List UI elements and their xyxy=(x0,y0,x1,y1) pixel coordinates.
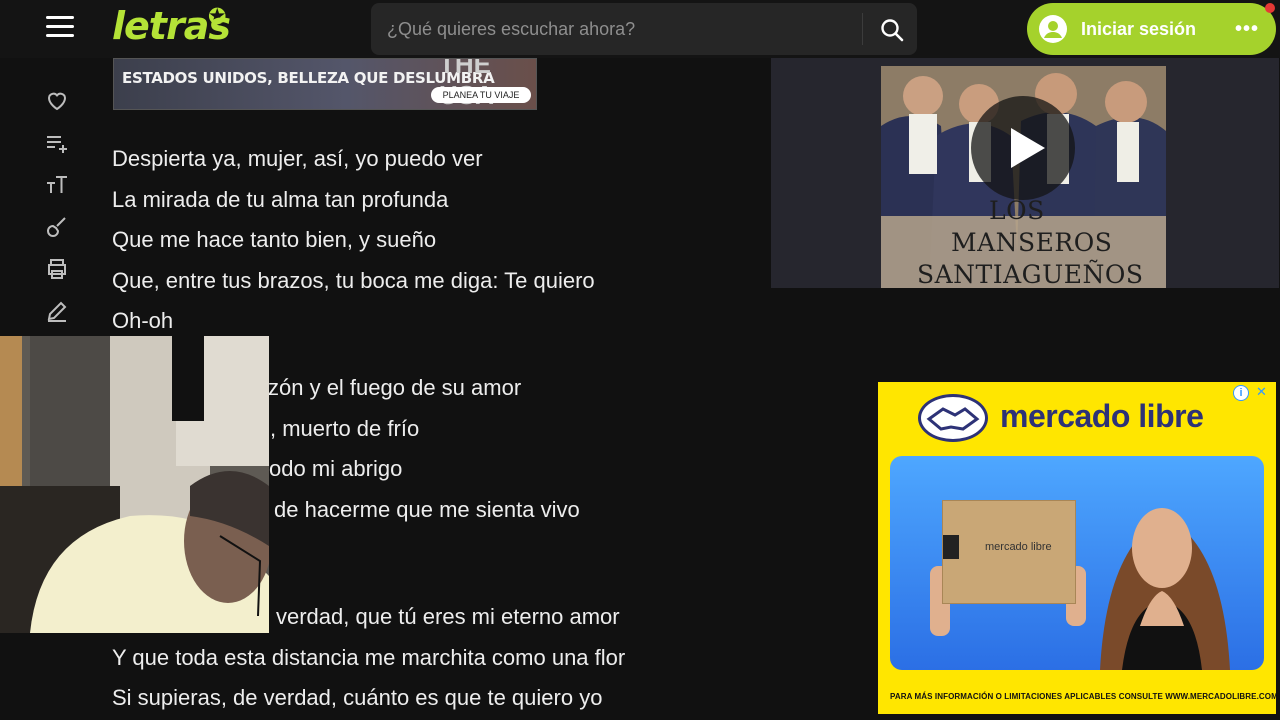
poster-title-line: SANTIAGUEÑOS xyxy=(917,260,1144,288)
guitar-icon[interactable] xyxy=(44,214,70,240)
lyric-line: Que me hace tanto bien, y sueño xyxy=(112,227,437,252)
banner-cta-button[interactable]: PLANEA TU VIAJE xyxy=(431,87,531,103)
video-player[interactable]: LOS MANSEROS SANTIAGUEÑOS xyxy=(771,58,1279,288)
handshake-icon xyxy=(926,407,980,431)
lyric-line: Que, entre tus brazos, tu boca me diga: … xyxy=(112,268,595,293)
handshake-logo xyxy=(918,394,988,442)
package-box: mercado libre xyxy=(942,500,1076,604)
lyric-line: Despierta ya, mujer, así, yo puedo ver xyxy=(112,146,483,171)
play-icon xyxy=(1011,128,1045,168)
text-size-icon[interactable] xyxy=(44,172,70,198)
webcam-feed xyxy=(0,336,269,633)
play-button[interactable] xyxy=(971,96,1075,200)
search-divider xyxy=(862,13,863,45)
star-icon: ✪ xyxy=(208,4,227,29)
lyric-line: Oh-oh xyxy=(112,308,174,333)
ad-visual-panel: mercado libre xyxy=(890,456,1264,670)
login-button[interactable]: Iniciar sesión xyxy=(1027,3,1218,55)
ad-info-icon[interactable]: i xyxy=(1233,385,1249,401)
travel-banner-ad[interactable]: ESTADOS UNIDOS, BELLEZA QUE DESLUMBRA TH… xyxy=(113,58,537,110)
print-icon[interactable] xyxy=(44,256,70,282)
lyric-line: La mirada de tu alma tan profunda xyxy=(112,187,449,212)
top-bar: letras ✪ ¿Qué quieres escuchar ahora? In… xyxy=(0,0,1280,58)
lyric-line: , muerto de frío xyxy=(270,416,420,441)
notification-dot xyxy=(1265,3,1275,13)
webcam-overlay xyxy=(0,336,269,633)
mercado-libre-ad[interactable]: mercado libre i ✕ mercado libre PARA MÁS… xyxy=(878,382,1276,714)
lyric-line: zón y el fuego de su amor xyxy=(268,375,522,400)
search-icon[interactable] xyxy=(879,17,905,43)
user-icon xyxy=(1039,15,1067,43)
search-input[interactable]: ¿Qué quieres escuchar ahora? xyxy=(387,19,635,40)
edit-icon[interactable] xyxy=(44,298,70,324)
ad-brand-name: mercado libre xyxy=(1000,398,1204,434)
lyric-line: Si supieras, de verdad, cuánto es que te… xyxy=(112,685,603,710)
heart-icon[interactable] xyxy=(44,88,70,114)
login-label: Iniciar sesión xyxy=(1081,18,1197,39)
search-bar[interactable]: ¿Qué quieres escuchar ahora? xyxy=(371,3,917,55)
lyric-line: Y que toda esta distancia me marchita co… xyxy=(112,645,626,670)
ad-legal-text: PARA MÁS INFORMACIÓN O LIMITACIONES APLI… xyxy=(890,692,1276,701)
lyric-line: de hacerme que me sienta vivo xyxy=(274,497,580,522)
package-label: mercado libre xyxy=(985,541,1052,553)
poster-title-line: LOS xyxy=(989,196,1045,225)
poster-title-line: MANSEROS xyxy=(951,228,1113,257)
add-to-playlist-icon[interactable] xyxy=(44,130,70,156)
ad-close-icon[interactable]: ✕ xyxy=(1256,384,1270,400)
lyric-line: verdad, que tú eres mi eterno amor xyxy=(276,604,620,629)
menu-icon[interactable] xyxy=(44,16,76,42)
lyric-line: odo mi abrigo xyxy=(269,456,403,481)
